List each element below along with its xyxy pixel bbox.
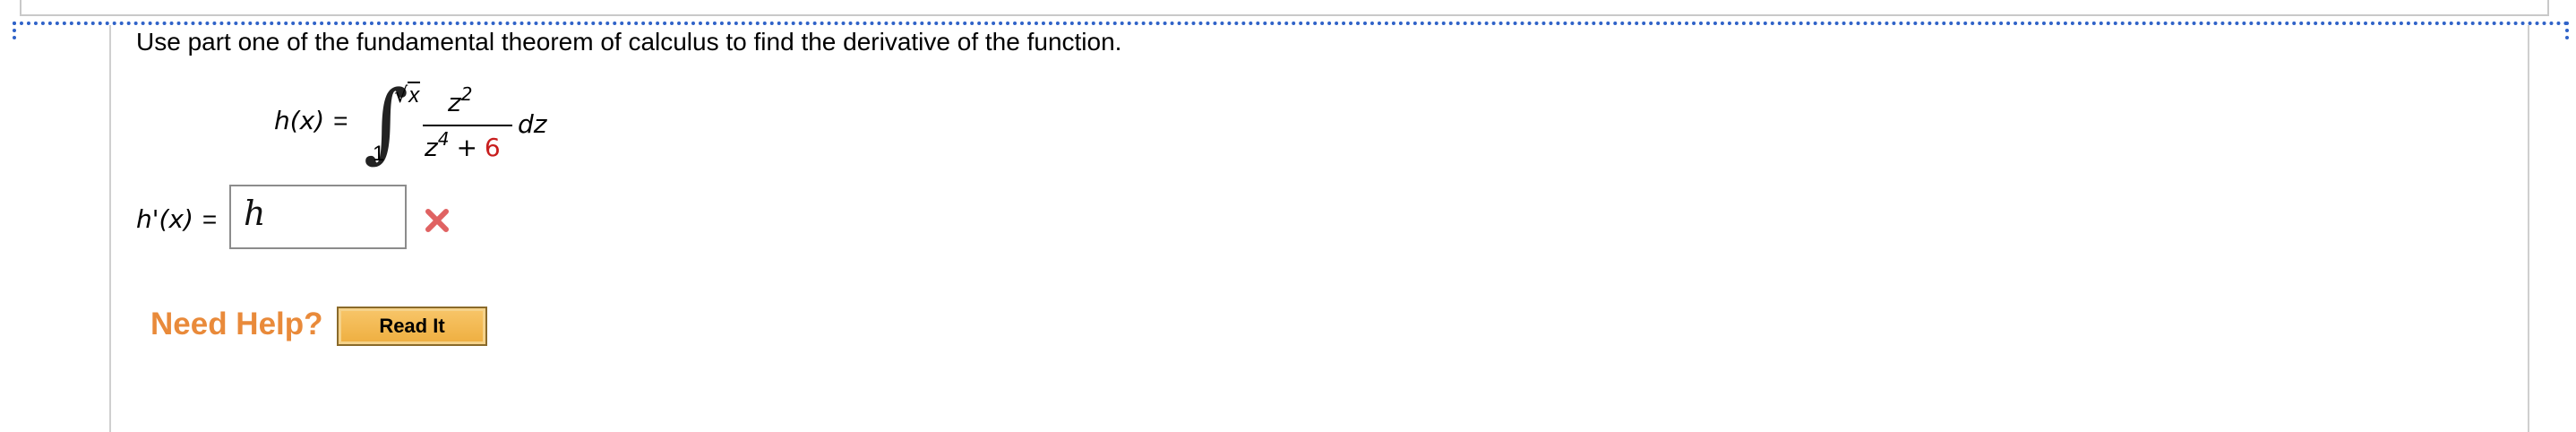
focus-outline-top xyxy=(13,22,2571,25)
radical-symbol: √ xyxy=(394,82,408,108)
derivative-name: h'(x) xyxy=(136,204,193,234)
fraction-bar xyxy=(423,125,512,126)
function-name: h(x) xyxy=(274,106,325,135)
question-frame-left-border xyxy=(109,25,111,432)
numerator-exponent: 2 xyxy=(460,83,473,105)
focus-outline-left xyxy=(13,22,16,39)
question-frame-right-border xyxy=(2528,25,2529,432)
numerator: z2 xyxy=(448,85,472,117)
denominator-exponent: 4 xyxy=(437,128,450,150)
question-text: Use part one of the fundamental theorem … xyxy=(136,28,1122,56)
denominator: z4 +6 xyxy=(425,130,501,162)
focus-outline-right xyxy=(2565,22,2569,39)
answer-equals-sign: = xyxy=(202,205,218,233)
plus-sign: + xyxy=(456,133,477,162)
wrong-x-icon xyxy=(425,209,449,232)
answer-label: h'(x) = xyxy=(136,204,217,234)
read-it-button[interactable]: Read It xyxy=(337,307,487,346)
numerator-base: z xyxy=(448,88,461,117)
answer-input[interactable]: h xyxy=(229,185,407,249)
upper-limit: √x xyxy=(394,82,421,108)
need-help-label: Need Help? xyxy=(150,307,323,341)
denominator-base: z xyxy=(425,133,438,162)
previous-question-frame xyxy=(20,0,2549,16)
function-lhs: h(x) = xyxy=(274,106,348,135)
differential: dz xyxy=(518,109,547,139)
equals-sign: = xyxy=(333,107,348,134)
lower-limit: 1 xyxy=(373,142,385,166)
radicand: x xyxy=(408,82,421,108)
denominator-constant: 6 xyxy=(484,133,501,162)
